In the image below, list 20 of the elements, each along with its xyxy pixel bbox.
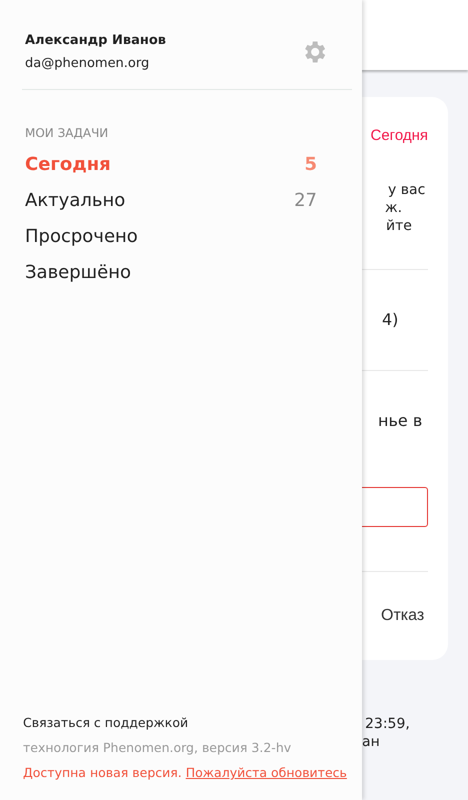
menu-item[interactable]: Просрочено [25, 218, 352, 254]
menu-item[interactable]: Актуально 27 [25, 182, 352, 218]
section-title: МОИ ЗАДАЧИ [25, 126, 110, 140]
task-description: ж. [385, 199, 402, 217]
support-link[interactable]: Связаться с поддержкой [23, 715, 352, 730]
version-text: технология Phenomen.org, версия 3.2-hv [23, 740, 292, 755]
product-name: 4) [382, 309, 398, 331]
task-note: 23:59, [365, 715, 410, 733]
menu-item[interactable]: Завершёно [25, 254, 352, 290]
product-name: нье в [378, 410, 422, 432]
user-email: da@phenomen.org [25, 56, 150, 71]
due-date: Сегодня [370, 126, 428, 144]
task-description: у вас [388, 181, 426, 199]
user-name: Александр Иванов [25, 33, 166, 48]
decline-button[interactable]: Отказ [381, 607, 424, 625]
task-description: йте [386, 217, 412, 235]
task-note: ан [362, 733, 380, 751]
task-count: 5 [304, 154, 317, 174]
task-count: 27 [294, 190, 317, 210]
update-notice: Доступна новая версия. [23, 765, 182, 780]
